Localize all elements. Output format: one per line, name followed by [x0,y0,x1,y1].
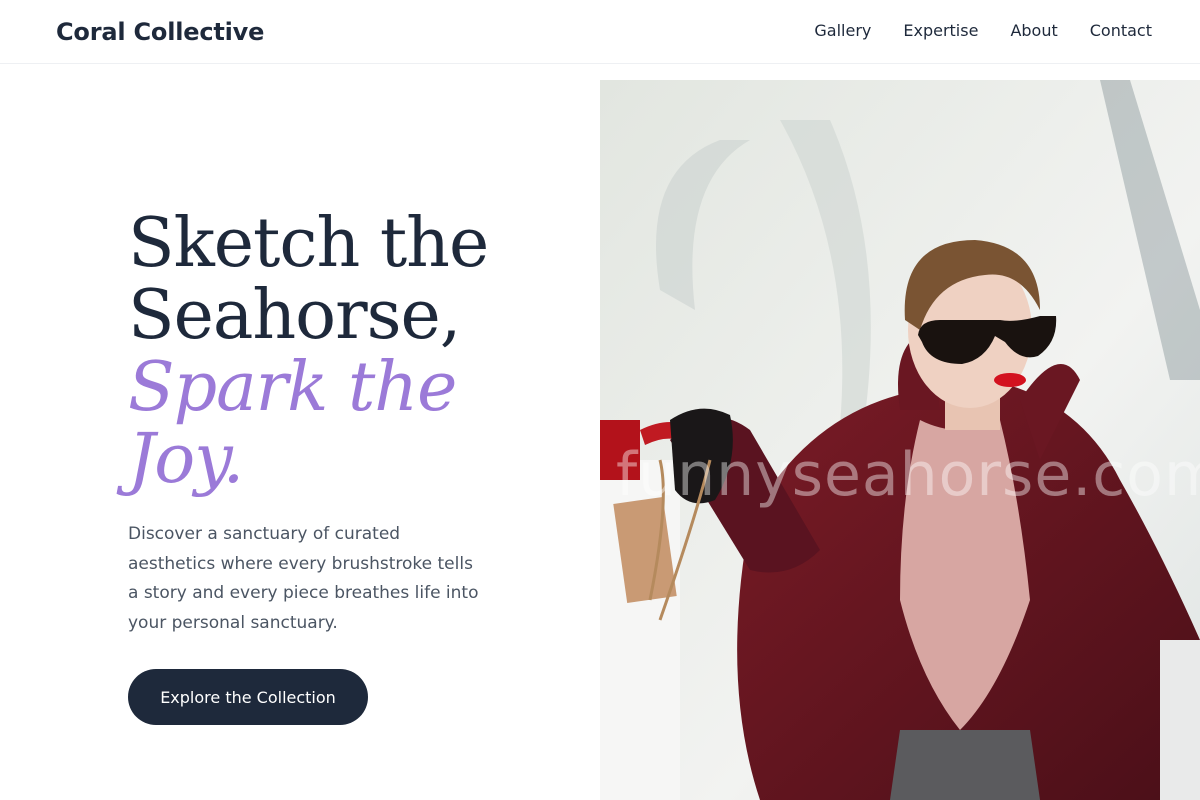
hero-lead-paragraph: Discover a sanctuary of curated aestheti… [128,524,479,633]
top-navigation-bar: Coral Collective Gallery Expertise About… [0,0,1200,64]
headline-accent-line-1: Spark the [128,348,457,427]
nav-link-contact[interactable]: Contact [1090,20,1152,42]
nav-link-expertise[interactable]: Expertise [903,20,978,42]
main-nav: Gallery Expertise About Contact [814,20,1152,42]
nav-link-gallery[interactable]: Gallery [814,20,871,42]
explore-collection-button[interactable]: Explore the Collection [128,669,368,725]
nav-link-about[interactable]: About [1010,20,1057,42]
headline-accent-line-2: Joy. [128,420,244,499]
brand-logo[interactable]: Coral Collective [56,16,264,48]
headline-line-2: Seahorse, [128,276,461,355]
hero-copy: Sketch the Seahorse, Spark the Joy. [128,208,528,496]
photo-watermark: funnyseahorse.com [616,440,1200,510]
hero-headline: Sketch the Seahorse, Spark the Joy. [128,208,528,496]
hero-photo: funnyseahorse.com [600,80,1200,800]
headline-line-1: Sketch the [128,204,489,283]
